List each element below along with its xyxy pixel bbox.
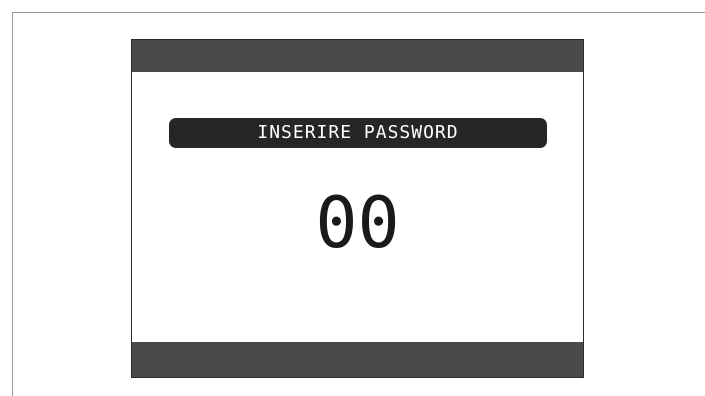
password-prompt-banner: INSERIRE PASSWORD (169, 118, 547, 148)
bottom-status-bar (132, 342, 583, 377)
device-screen: INSERIRE PASSWORD 00 (131, 39, 584, 378)
password-prompt-label: INSERIRE PASSWORD (257, 122, 459, 143)
password-value-display[interactable]: 00 (132, 188, 583, 258)
top-status-bar (132, 40, 583, 72)
